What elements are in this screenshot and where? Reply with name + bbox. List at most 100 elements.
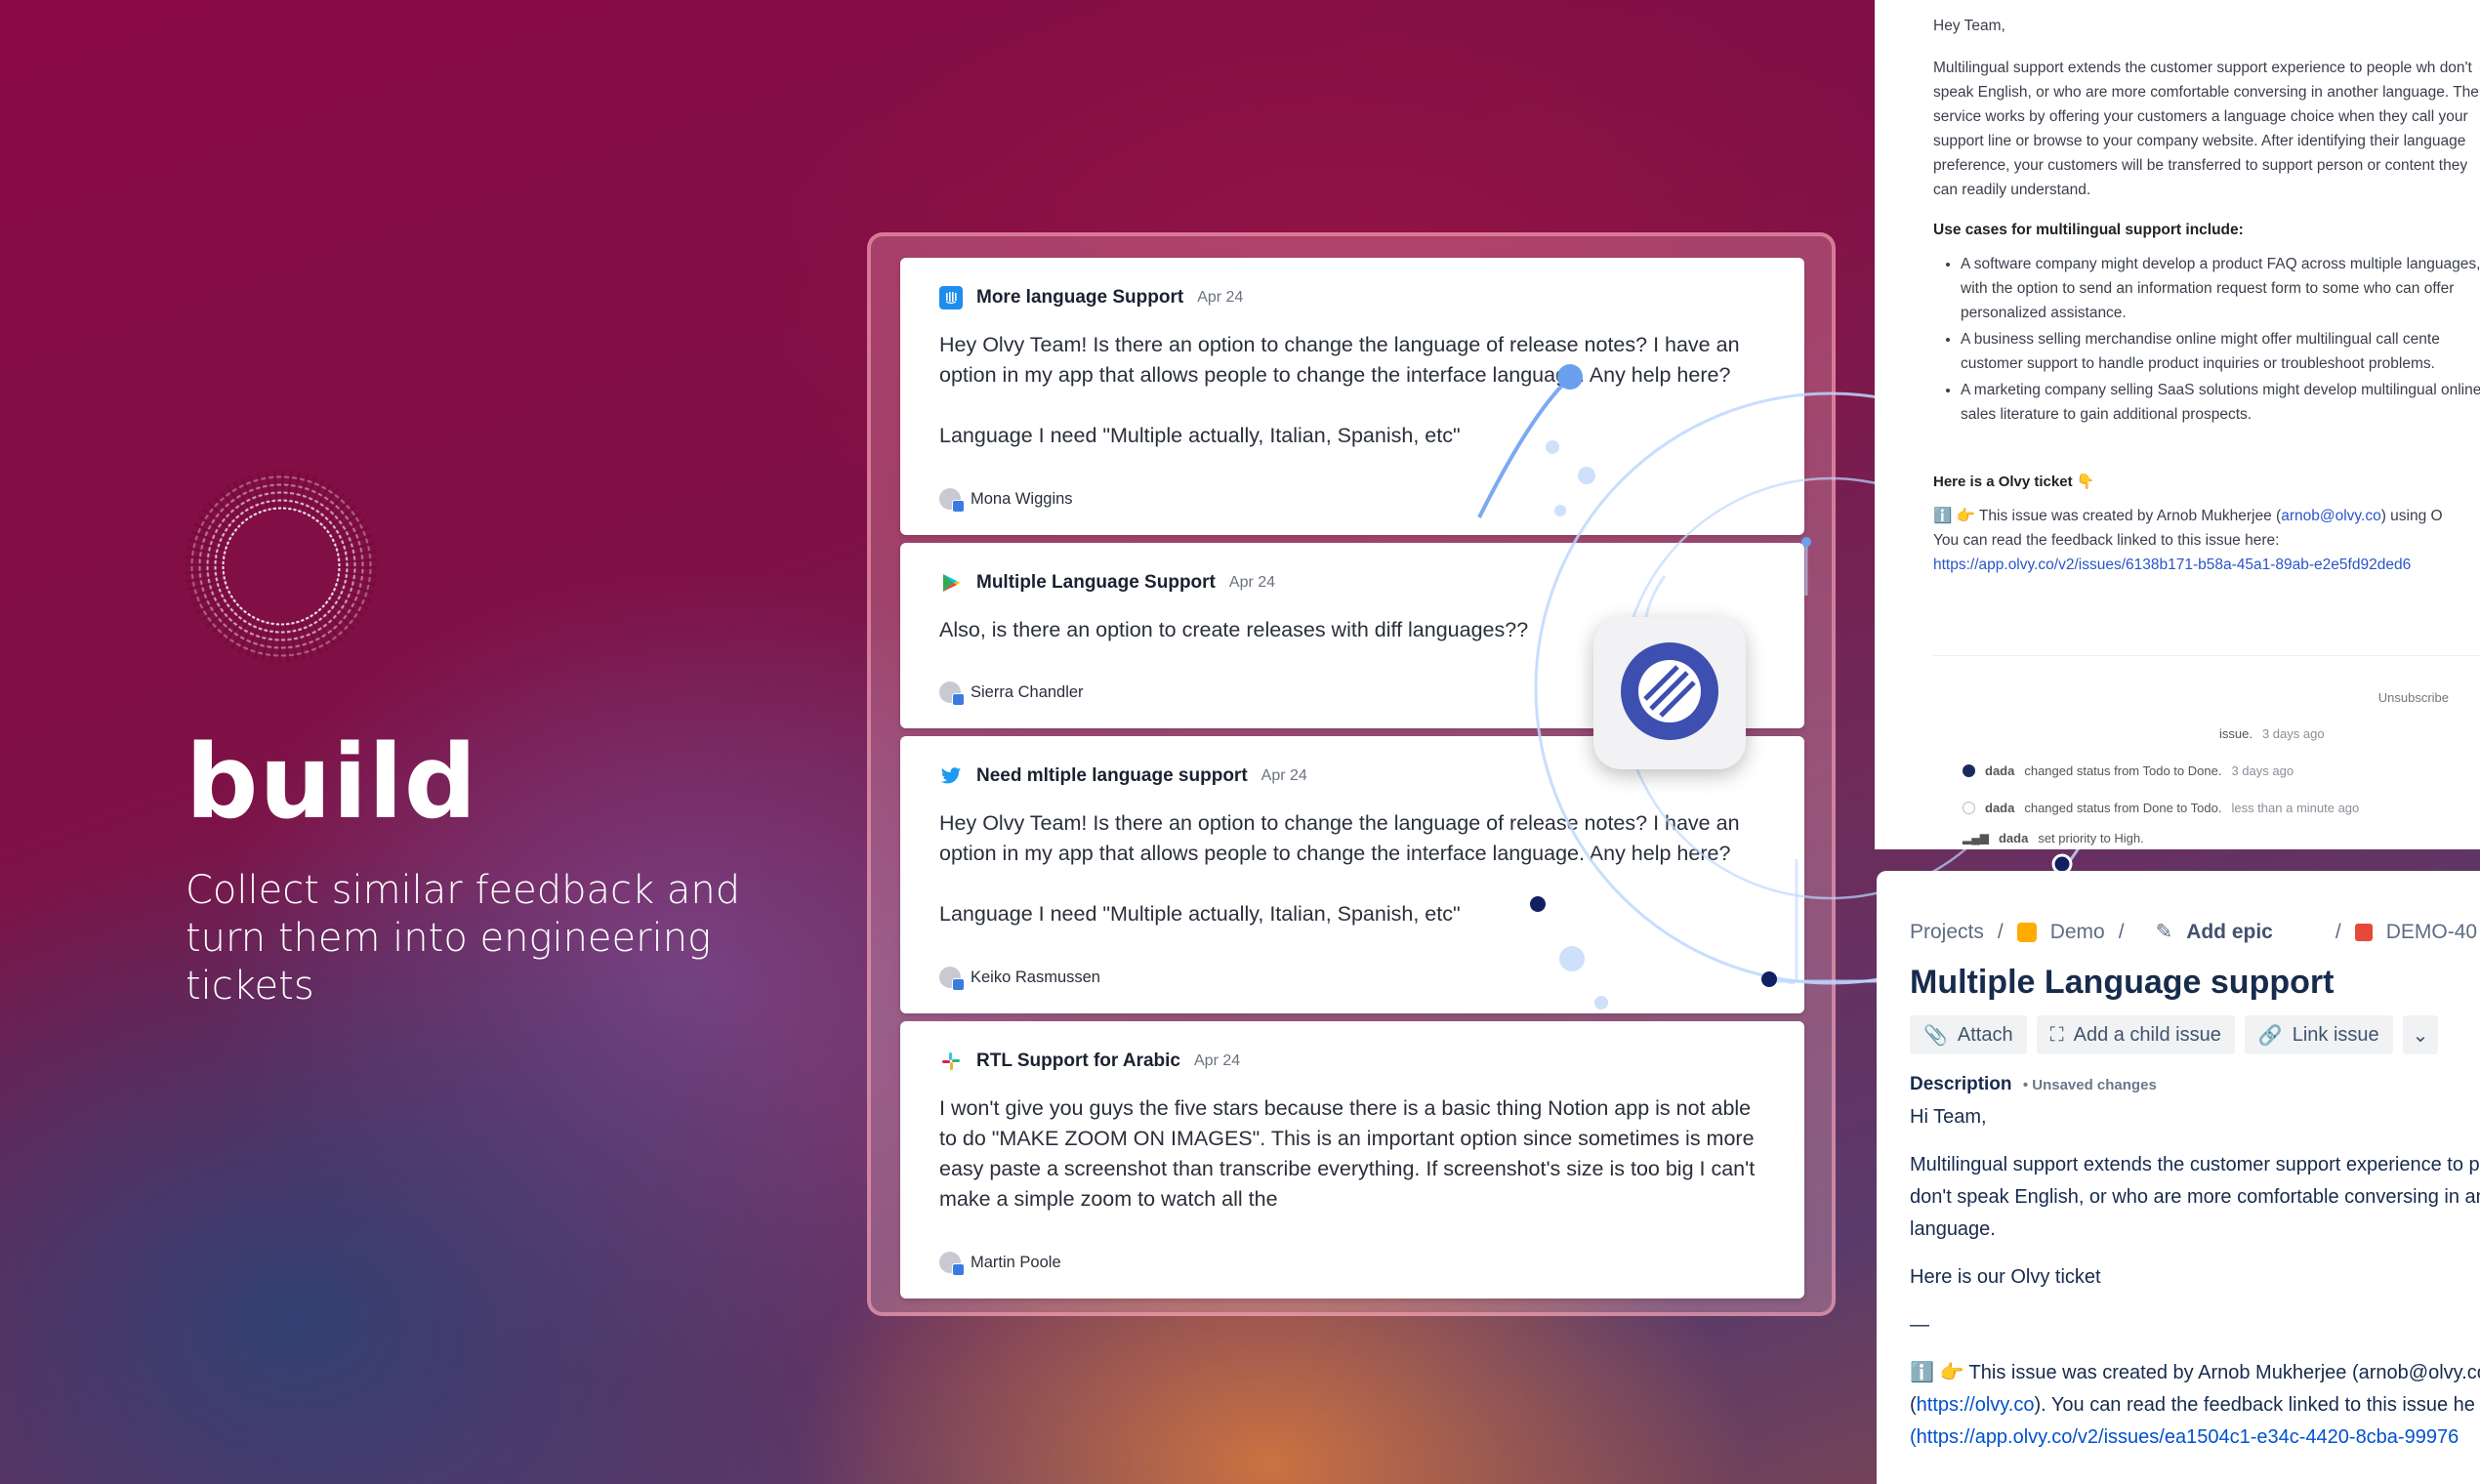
jira-issue-panel: Projects / Demo / ✎ Add epic / DEMO-40 M… xyxy=(1877,871,2480,1484)
feedback-title: Need mltiple language support xyxy=(976,765,1248,786)
activity-actor: dada xyxy=(1985,800,2015,815)
activity-text: set priority to High. xyxy=(2038,830,2144,845)
description-label: Description xyxy=(1910,1074,2012,1094)
feedback-card[interactable]: RTL Support for Arabic Apr 24 I won't gi… xyxy=(900,1021,1804,1298)
paperclip-icon: 📎 xyxy=(1923,1024,1948,1047)
feedback-title: Multiple Language Support xyxy=(976,572,1216,593)
priority-bars-icon: ▂▄▆ xyxy=(1963,830,1989,845)
author-name: Mona Wiggins xyxy=(971,489,1073,508)
list-item: A software company might develop a produ… xyxy=(1961,252,2480,325)
ticket-line-text: ℹ️ 👉 This issue was created by Arnob Muk… xyxy=(1933,508,2282,524)
feedback-author: Keiko Rasmussen xyxy=(939,967,1100,991)
use-cases-list: A software company might develop a produ… xyxy=(1933,252,2480,427)
intercom-icon xyxy=(939,286,963,309)
linear-logo-icon xyxy=(1619,640,1720,747)
description-heading: Description • Unsaved changes xyxy=(1910,1074,2480,1095)
button-label: Attach xyxy=(1957,1023,2013,1046)
breadcrumb: Projects / Demo / ✎ Add epic / DEMO-40 xyxy=(1910,920,2480,944)
activity-text: issue. xyxy=(2219,725,2253,741)
unsaved-changes-label: • Unsaved changes xyxy=(2022,1077,2157,1093)
ticket-info: ℹ️ 👉 This issue was created by Arnob Muk… xyxy=(1933,504,2480,528)
description-editor[interactable]: Hi Team, Multilingual support extends th… xyxy=(1910,1101,2480,1454)
use-cases-heading: Use cases for multilingual support inclu… xyxy=(1933,222,2244,238)
activity-text: changed status from Done to Todo. xyxy=(2024,800,2222,815)
feedback-card[interactable]: More language Support Apr 24 Hey Olvy Te… xyxy=(900,258,1804,535)
description-line: don't speak English, or who are more com… xyxy=(1910,1186,2480,1208)
ticket-line2: You can read the feedback linked to this… xyxy=(1933,532,2280,549)
breadcrumb-separator: / xyxy=(1997,920,2004,943)
feedback-date: Apr 24 xyxy=(1197,289,1244,306)
status-todo-icon xyxy=(1963,801,1975,814)
description-line: Here is our Olvy ticket xyxy=(1910,1266,2101,1288)
feedback-title: RTL Support for Arabic xyxy=(976,1051,1180,1071)
email-link[interactable]: arnob@olvy.co xyxy=(2281,508,2380,524)
avatar xyxy=(939,1252,965,1276)
issue-actions: 📎 Attach ⛶ Add a child issue 🔗 Link issu… xyxy=(1910,1015,2480,1054)
bug-icon xyxy=(2354,923,2373,941)
email-preview: Hey Team, Multilingual support extends t… xyxy=(1875,0,2480,849)
description-line: ℹ️ 👉 This issue was created by Arnob Muk… xyxy=(1910,1362,2480,1383)
author-name: Martin Poole xyxy=(971,1253,1061,1271)
pencil-icon: ✎ xyxy=(2155,921,2173,943)
feedback-body: Hey Olvy Team! Is there an option to cha… xyxy=(939,333,1740,447)
description-line: Multilingual support extends the custome… xyxy=(1910,1154,2480,1175)
description-line: language. xyxy=(1910,1218,1996,1240)
demo-project-icon xyxy=(2016,922,2037,942)
feedback-author: Mona Wiggins xyxy=(939,488,1073,513)
issue-title[interactable]: Multiple Language support xyxy=(1910,964,2480,1002)
activity-text: changed status from Todo to Done. xyxy=(2024,763,2222,778)
link-issue-button[interactable]: 🔗 Link issue xyxy=(2244,1015,2393,1054)
olvy-logo-dots xyxy=(184,469,379,664)
avatar xyxy=(939,681,965,706)
twitter-icon xyxy=(939,764,963,788)
activity-item: dada changed status from Done to Todo. l… xyxy=(1963,789,2359,826)
status-done-icon xyxy=(1963,763,1975,777)
feedback-date: Apr 24 xyxy=(1261,767,1307,784)
activity-area: Unsubscribe issue. 3 days ago dada chang… xyxy=(1933,655,2480,845)
description-line: Hi Team, xyxy=(1910,1106,1987,1128)
breadcrumb-add-epic[interactable]: Add epic xyxy=(2186,921,2273,944)
feedback-author: Sierra Chandler xyxy=(939,681,1084,706)
activity-item: ▂▄▆ dada set priority to High. xyxy=(1963,826,2359,849)
feedback-title: More language Support xyxy=(976,287,1184,308)
email-greeting: Hey Team, xyxy=(1933,18,2005,34)
hero-subtitle: Collect similar feedback and turn them i… xyxy=(186,868,741,1009)
unsubscribe-link[interactable]: Unsubscribe xyxy=(2378,685,2449,710)
olvy-link[interactable]: https://olvy.co xyxy=(1917,1394,2035,1416)
activity-time: less than a minute ago xyxy=(2231,800,2360,815)
list-item: A business selling merchandise online mi… xyxy=(1961,327,2480,376)
more-actions-button[interactable]: ⌄ xyxy=(2402,1015,2439,1054)
activity-actor: dada xyxy=(1985,763,2015,778)
avatar xyxy=(939,488,965,513)
activity-item: issue. 3 days ago xyxy=(1963,715,2359,752)
breadcrumb-demo[interactable]: Demo xyxy=(2050,921,2105,944)
breadcrumb-projects[interactable]: Projects xyxy=(1910,921,1984,944)
list-item: A marketing company selling SaaS solutio… xyxy=(1961,378,2480,427)
activity-time: 3 days ago xyxy=(2231,763,2294,778)
feedback-date: Apr 24 xyxy=(1228,574,1276,591)
breadcrumb-separator: / xyxy=(2118,920,2125,943)
button-label: Add a child issue xyxy=(2073,1023,2221,1046)
slack-icon xyxy=(939,1050,963,1073)
description-line: ). You can read the feedback linked to t… xyxy=(2034,1394,2475,1416)
ticket-link[interactable]: https://app.olvy.co/v2/issues/6138b171-b… xyxy=(1933,556,2411,573)
ticket-heading: Here is a Olvy ticket 👇 xyxy=(1933,474,2095,490)
breadcrumb-issue-key[interactable]: DEMO-40 xyxy=(2386,921,2477,944)
linear-tile[interactable] xyxy=(1593,617,1746,769)
link-icon: 🔗 xyxy=(2257,1024,2283,1047)
button-label: Link issue xyxy=(2292,1023,2379,1046)
feedback-body: I won't give you guys the five stars bec… xyxy=(939,1096,1756,1211)
activity-actor: dada xyxy=(1998,830,2029,845)
feedback-card[interactable]: Need mltiple language support Apr 24 Hey… xyxy=(900,736,1804,1013)
feedback-date: Apr 24 xyxy=(1194,1052,1241,1069)
hero-title: build xyxy=(186,722,478,842)
avatar xyxy=(939,967,965,991)
feedback-author: Martin Poole xyxy=(939,1252,1061,1276)
attach-button[interactable]: 📎 Attach xyxy=(1910,1015,2027,1054)
activity-time: 3 days ago xyxy=(2261,725,2325,741)
issue-feedback-link[interactable]: (https://app.olvy.co/v2/issues/ea1504c1-… xyxy=(1910,1426,2459,1448)
breadcrumb-separator: / xyxy=(2335,920,2341,943)
activity-item: dada changed status from Todo to Done. 3… xyxy=(1963,752,2359,789)
author-name: Keiko Rasmussen xyxy=(971,968,1100,986)
add-child-issue-button[interactable]: ⛶ Add a child issue xyxy=(2036,1015,2235,1054)
